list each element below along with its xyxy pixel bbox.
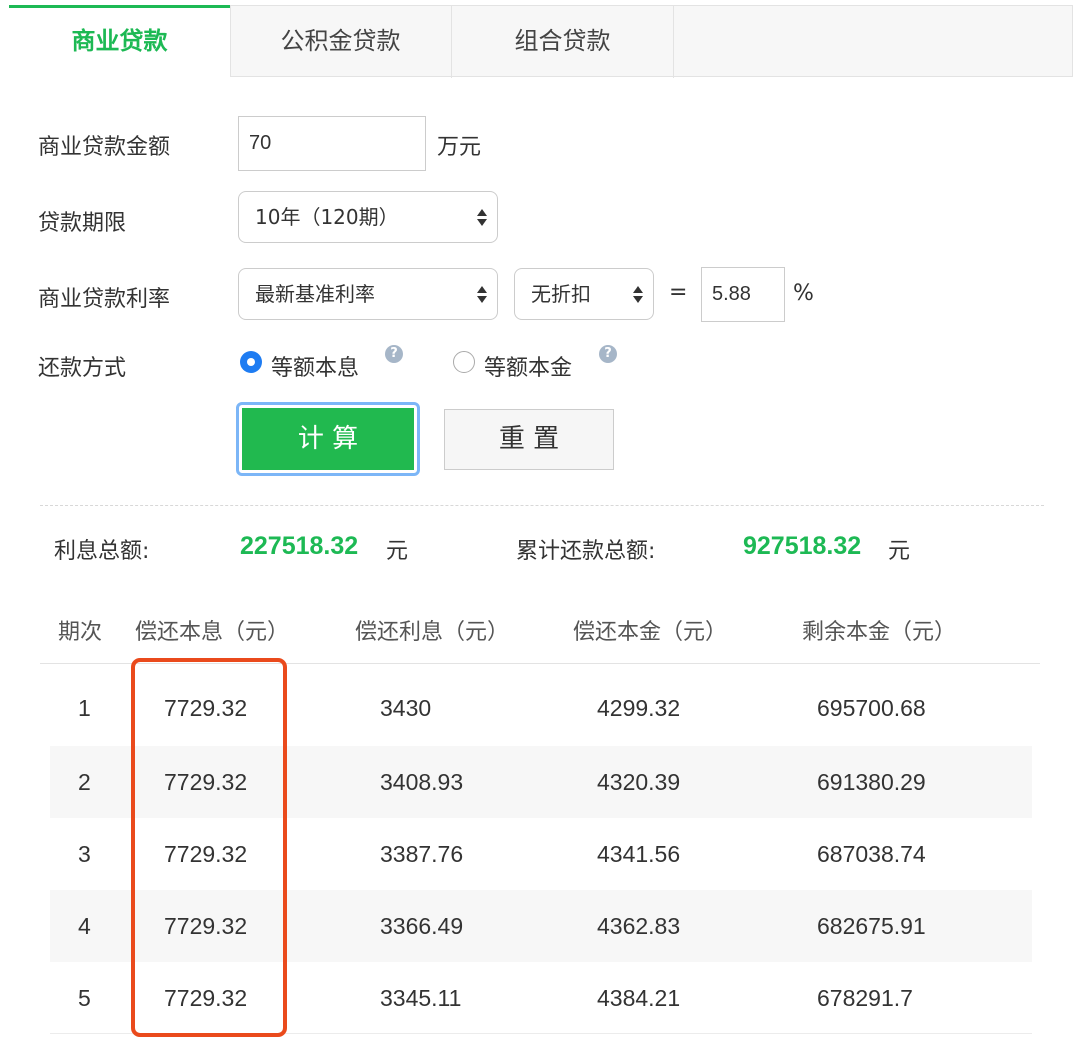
cell-interest: 3366.49 <box>380 913 464 939</box>
installment-column-highlight <box>131 658 287 1037</box>
help-icon[interactable]: ? <box>385 345 403 363</box>
cell-period: 2 <box>78 769 91 795</box>
tab-commercial-loan[interactable]: 商业贷款 <box>9 5 230 78</box>
repayment-total-value: 927518.32 <box>743 532 862 560</box>
select-arrows-icon <box>477 284 487 306</box>
method-equal-installment-label[interactable]: 等额本息 <box>271 350 359 382</box>
tab-provident-fund-loan[interactable]: 公积金贷款 <box>230 5 452 78</box>
interest-total-label: 利息总额: <box>54 539 150 564</box>
amount-unit: 万元 <box>437 135 482 160</box>
tab-combined-loan[interactable]: 组合贷款 <box>452 5 674 78</box>
amount-input[interactable] <box>238 116 426 171</box>
term-label: 贷款期限 <box>38 211 127 236</box>
cell-period: 5 <box>78 985 91 1011</box>
radio-equal-principal[interactable] <box>453 351 475 373</box>
discount-value: 无折扣 <box>531 282 591 306</box>
rate-unit: % <box>793 281 814 306</box>
method-equal-principal-label[interactable]: 等额本金 <box>484 350 572 382</box>
header-period: 期次 <box>58 620 103 645</box>
cell-principal: 4341.56 <box>597 841 681 867</box>
cell-remaining: 678291.7 <box>817 985 913 1011</box>
cell-remaining: 695700.68 <box>817 695 926 721</box>
loan-type-tabs: 商业贷款 公积金贷款 组合贷款 <box>9 5 1073 78</box>
calculate-button[interactable]: 计 算 <box>236 402 420 476</box>
cell-period: 3 <box>78 841 91 867</box>
cell-remaining: 682675.91 <box>817 913 926 939</box>
cell-principal: 4384.21 <box>597 985 681 1011</box>
cell-interest: 3408.93 <box>380 769 464 795</box>
repayment-total-unit: 元 <box>888 539 911 564</box>
cell-period: 1 <box>78 695 91 721</box>
cell-period: 4 <box>78 913 91 939</box>
interest-total-value: 227518.32 <box>240 532 359 560</box>
divider <box>40 505 1044 506</box>
rate-type-value: 最新基准利率 <box>255 282 375 306</box>
select-arrows-icon <box>633 284 643 306</box>
interest-total-unit: 元 <box>386 539 409 564</box>
cell-principal: 4299.32 <box>597 695 681 721</box>
cell-principal: 4362.83 <box>597 913 681 939</box>
term-select[interactable]: 10年（120期） <box>238 191 498 243</box>
rate-type-select[interactable]: 最新基准利率 <box>238 268 498 320</box>
help-icon[interactable]: ? <box>599 345 617 363</box>
equals-sign: = <box>669 280 688 305</box>
method-label: 还款方式 <box>38 356 127 381</box>
cell-interest: 3430 <box>380 695 432 721</box>
repayment-total-label: 累计还款总额: <box>516 539 656 564</box>
cell-remaining: 687038.74 <box>817 841 926 867</box>
amount-label: 商业贷款金额 <box>38 135 171 160</box>
header-remaining: 剩余本金（元） <box>802 620 957 645</box>
calculate-button-label: 计 算 <box>242 408 414 470</box>
header-interest: 偿还利息（元） <box>355 620 510 645</box>
radio-equal-installment[interactable] <box>240 351 262 373</box>
header-principal: 偿还本金（元） <box>573 620 728 645</box>
select-arrows-icon <box>477 207 487 229</box>
rate-input[interactable] <box>701 267 785 322</box>
term-select-value: 10年（120期） <box>255 205 399 229</box>
header-installment: 偿还本息（元） <box>135 620 290 645</box>
cell-interest: 3387.76 <box>380 841 464 867</box>
discount-select[interactable]: 无折扣 <box>514 268 654 320</box>
cell-remaining: 691380.29 <box>817 769 926 795</box>
reset-button[interactable]: 重 置 <box>444 409 614 470</box>
rate-label: 商业贷款利率 <box>38 287 171 312</box>
cell-principal: 4320.39 <box>597 769 681 795</box>
cell-interest: 3345.11 <box>380 985 462 1011</box>
